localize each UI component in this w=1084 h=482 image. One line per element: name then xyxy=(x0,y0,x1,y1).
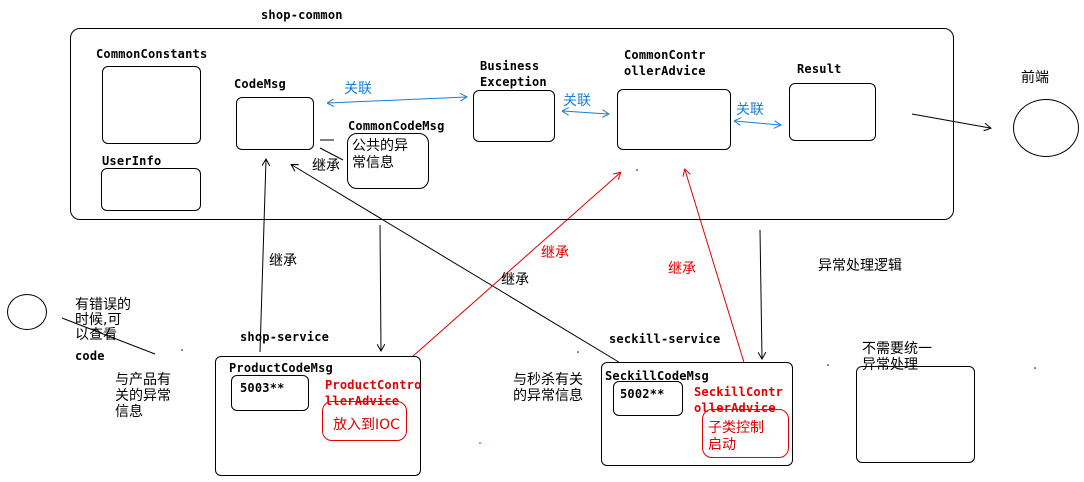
inherit-product-label: 继承 xyxy=(269,253,297,269)
error-code-note: 有错误的 时候,可 以查看 xyxy=(75,297,131,343)
architecture-diagram: shop-common CommonConstants UserInfo Cod… xyxy=(0,0,1084,482)
code-msg-box xyxy=(236,97,314,150)
common-to-shop-service-line xyxy=(380,224,381,350)
product-info-note: 与产品有 关的异常 信息 xyxy=(115,372,171,420)
controller-advice-box xyxy=(617,89,731,150)
business-exception-box xyxy=(473,90,555,142)
common-constants-box xyxy=(102,66,201,144)
common-code-msg-desc: 公共的异 常信息 xyxy=(352,138,408,171)
shop-common-title: shop-common xyxy=(261,8,343,22)
seckill-advice-note: 子类控制 启动 xyxy=(708,420,764,453)
exception-logic-label: 异常处理逻辑 xyxy=(818,258,902,274)
code-msg-label: CodeMsg xyxy=(234,77,286,91)
inherit-seckill-codemsg-label: 继承 xyxy=(501,272,529,288)
stray-dot xyxy=(577,351,579,353)
frontend-circle xyxy=(1013,99,1079,157)
common-constants-label: CommonConstants xyxy=(96,47,208,61)
seckill-info-note: 与秒杀有关 的异常信息 xyxy=(513,372,583,404)
stray-dot xyxy=(479,442,481,444)
stray-dot xyxy=(181,349,183,351)
result-box xyxy=(789,83,876,141)
stray-dot xyxy=(827,364,829,366)
business-exception-label: Business Exception xyxy=(480,59,547,89)
result-label: Result xyxy=(797,62,842,76)
product-advice-note: 放入到IOC xyxy=(333,417,400,433)
assoc-label-2: 关联 xyxy=(563,93,591,109)
user-info-label: UserInfo xyxy=(102,154,162,168)
product-code-msg-label: ProductCodeMsg xyxy=(229,361,333,375)
seckill-code-value: 5002** xyxy=(620,387,665,401)
inherit-seckill-advice-label: 继承 xyxy=(668,261,696,277)
error-code-word: code xyxy=(75,349,105,363)
inherit-common-label: 继承 xyxy=(312,158,340,174)
inherit-product-advice-label: 继承 xyxy=(541,245,569,261)
no-unify-box xyxy=(856,366,975,463)
product-code-value: 5003** xyxy=(240,381,285,395)
shop-service-title: shop-service xyxy=(240,330,330,344)
common-to-seckill-service-line xyxy=(760,229,762,358)
common-code-msg-label: CommonCodeMsg xyxy=(348,119,445,133)
frontend-label: 前端 xyxy=(1021,70,1049,86)
note-circle xyxy=(7,294,47,330)
assoc-label-1: 关联 xyxy=(344,81,372,97)
controller-advice-label: CommonContr ollerAdvice xyxy=(624,48,706,78)
user-info-box xyxy=(101,168,201,211)
stray-dot xyxy=(1034,367,1036,369)
assoc-label-3: 关联 xyxy=(736,102,764,118)
seckill-service-title: seckill-service xyxy=(609,332,721,346)
no-unify-note: 不需要统一 异常处理 xyxy=(862,341,932,373)
